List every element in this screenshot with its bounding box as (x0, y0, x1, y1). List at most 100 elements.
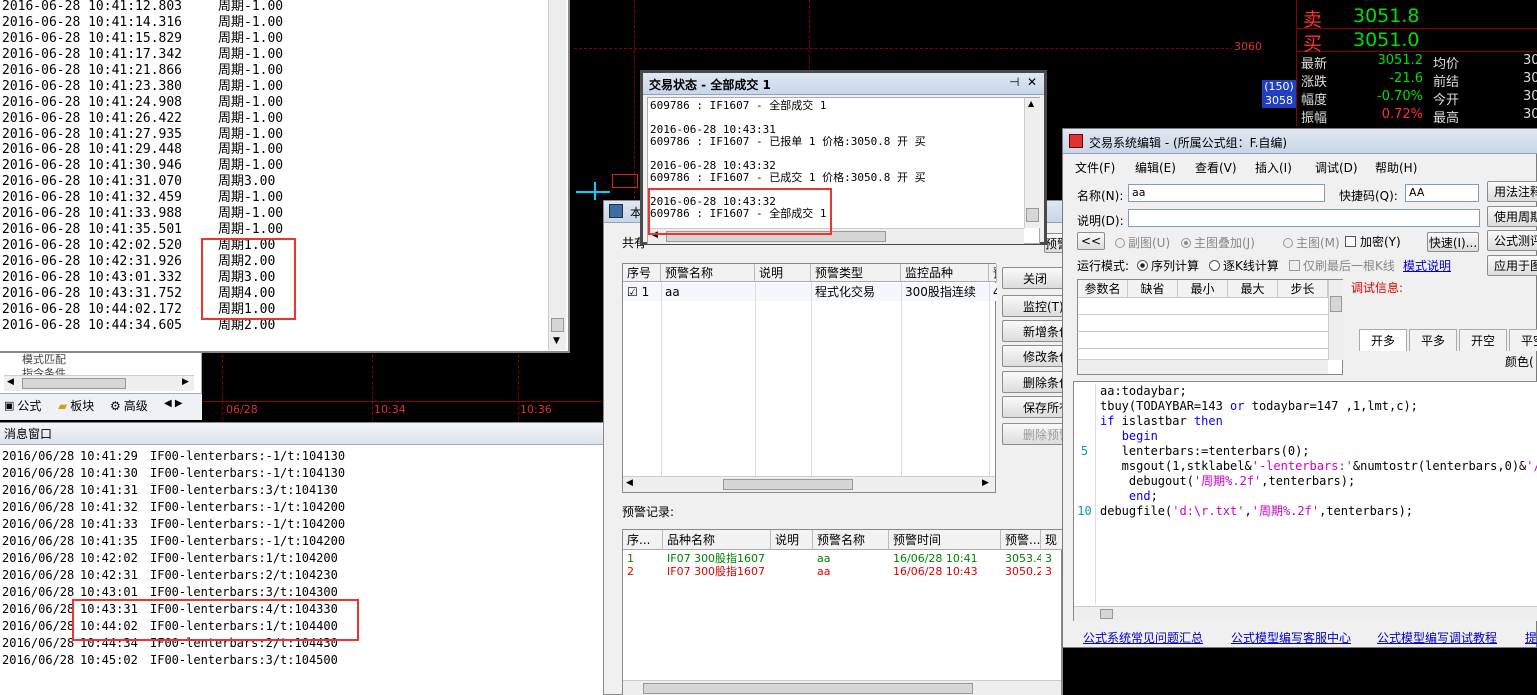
collapse-button[interactable]: << (1077, 232, 1105, 250)
run-mode-bar[interactable]: 逐K线计算 (1209, 257, 1279, 274)
record-row[interactable]: 2 IF07 300股指1607 aa 16/06/28 10:43 3050.2 3 (623, 565, 1063, 578)
trade-status-hscroll[interactable]: ◀ (648, 228, 1024, 244)
close-icon[interactable]: ✕ (1027, 75, 1037, 89)
log-timestamp: 2016-06-28 10:41:17.342 (2, 46, 183, 62)
alert-partial-button[interactable]: 预警 (1044, 233, 1064, 253)
alert-column-header[interactable]: 预 (989, 264, 997, 282)
tab-block[interactable]: ▰ 板块 (58, 397, 94, 414)
editor-side-button[interactable]: 应用于图 (1487, 255, 1537, 276)
records-hscroll[interactable] (623, 680, 1061, 695)
message-text: IF00-lenterbars:-1/t:104130 (150, 466, 346, 480)
param-hscroll[interactable] (1078, 359, 1328, 374)
quote-value: 3051.2 (1377, 53, 1424, 68)
alert-action-button[interactable]: 保存所有配 (1002, 396, 1064, 418)
help-link[interactable]: 公式模型编写客服中心 (1231, 629, 1351, 646)
line-number: 10 (1077, 504, 1092, 518)
only-last-checkbox[interactable]: 仅刷最后一根K线 (1289, 257, 1395, 274)
editor-menu-item[interactable]: 插入(I) (1255, 159, 1292, 176)
editor-menu-item[interactable]: 查看(V) (1195, 159, 1237, 176)
param-table[interactable]: 参数名 缺省 最小 最大 步长 (1077, 279, 1344, 375)
record-column-header[interactable]: 预警时间 (889, 530, 1001, 550)
debug-log-scrollbar[interactable]: ▼ (548, 0, 566, 350)
signal-tab[interactable]: 平空 (1509, 329, 1537, 351)
trade-status-vscroll[interactable]: ▲ (1024, 98, 1040, 228)
help-link[interactable]: 提 (1525, 629, 1537, 646)
debug-log-window[interactable]: 2016-06-28 10:41:12.803 周期-1.00 2016-06-28… (0, 0, 570, 353)
record-column-header[interactable]: 说明 (771, 530, 813, 550)
record-column-header[interactable]: 现 (1041, 530, 1063, 550)
fast-button[interactable]: 快速(I)... (1427, 232, 1479, 252)
record-column-header[interactable]: 序... (623, 530, 663, 550)
code-line[interactable]: tbuy(TODAYBAR=143 or todaybar=147 ,1,lmt… (1100, 399, 1537, 414)
alert-table[interactable]: 序号预警名称说明预警类型监控品种预 ☑ 1 aa 程式化交易 300股指连续 4 ◀ ▶ (622, 263, 997, 493)
code-editor[interactable]: 5 10 aa:todaybar; tbuy(TODAYBAR=143 or to… (1073, 381, 1537, 621)
record-column-header[interactable]: 预警名称 (813, 530, 889, 550)
code-line[interactable]: begin (1100, 429, 1537, 444)
alert-action-button[interactable]: 修改条件 (1002, 345, 1064, 367)
record-cell: 3 (1045, 565, 1052, 578)
encrypt-label: 加密(Y) (1360, 235, 1401, 249)
record-column-header[interactable]: 品种名称 (663, 530, 771, 550)
chart-placement-radio[interactable]: 副图(U) (1115, 234, 1170, 251)
alert-column-header[interactable]: 预警类型 (811, 264, 901, 282)
alert-action-button[interactable]: 新增条件 (1002, 320, 1064, 342)
trade-status-window[interactable]: 交易状态 - 全部成交 1 ⊣ ✕ 609786 : IF1607 - 全部成交… (640, 70, 1047, 245)
chart-placement-radio[interactable]: 主图(M) (1283, 234, 1340, 251)
alert-table-row[interactable]: ☑ 1 aa 程式化交易 300股指连续 4 (623, 283, 997, 301)
run-mode-sequence[interactable]: 序列计算 (1137, 257, 1199, 274)
editor-menu-item[interactable]: 调试(D) (1315, 159, 1358, 176)
formula-tree-panel[interactable]: 模式匹配 指令条件 ◀ ▶ ▣ 公式 ▰ 板块 ⚙ 高级 ◀ ▶ (0, 353, 202, 420)
code-line[interactable]: debugout('周期%.2f',tenterbars); (1100, 474, 1537, 489)
mode-help-link[interactable]: 模式说明 (1403, 257, 1451, 274)
tab-scroll-arrows[interactable]: ◀ ▶ (164, 398, 183, 409)
editor-menu-item[interactable]: 文件(F) (1075, 159, 1115, 176)
editor-menu-item[interactable]: 编辑(E) (1135, 159, 1176, 176)
debug-log-line: 2016-06-28 10:41:33.988 周期-1.00 (2, 206, 542, 222)
help-link[interactable]: 公式模型编写调试教程 (1377, 629, 1497, 646)
tab-advanced[interactable]: ⚙ 高级 (110, 397, 148, 414)
pin-icon[interactable]: ⊣ (1009, 75, 1019, 89)
record-column-header[interactable]: 预警... (1001, 530, 1041, 550)
code-line[interactable]: end; (1100, 489, 1537, 504)
code-line[interactable]: debugfile('d:\r.txt','周期%.2f',tenterbars… (1100, 504, 1537, 519)
shortcut-input[interactable]: AA (1405, 184, 1479, 202)
code-line[interactable]: if islastbar then (1100, 414, 1537, 429)
trade-status-log[interactable]: 609786 : IF1607 - 全部成交 1 2016-06-28 10:43… (647, 97, 1040, 244)
alert-action-button[interactable]: 删除条件 (1002, 371, 1064, 393)
editor-side-button[interactable]: 公式测评 (1487, 230, 1537, 251)
code-line[interactable]: lenterbars:=tenterbars(0); (1100, 444, 1537, 459)
editor-side-button[interactable]: 使用周期 (1487, 206, 1537, 227)
tab-formula[interactable]: ▣ 公式 (4, 397, 41, 414)
alert-column-header[interactable]: 预警名称 (661, 264, 755, 282)
signal-tab[interactable]: 平多 (1409, 329, 1457, 351)
help-link[interactable]: 公式系统常见问题汇总 (1083, 629, 1203, 646)
alert-column-header[interactable]: 监控品种 (901, 264, 989, 282)
code-hscroll[interactable] (1074, 606, 1537, 621)
code-line[interactable]: msgout(1,stklabel&'-lenterbars:'&numtost… (1100, 459, 1537, 474)
alert-action-button[interactable]: 监控(T) (1002, 295, 1064, 317)
formula-editor-window[interactable]: 交易系统编辑 - (所属公式组：F.自编) 文件(F) 编辑(E) 查看(V) 插入(… (1062, 128, 1537, 648)
log-message: 周期-1.00 (218, 94, 284, 110)
alert-table-hscroll[interactable]: ◀ ▶ (623, 476, 995, 492)
chart-placement-radio[interactable]: 主图叠加(J) (1181, 234, 1255, 251)
tree-hscroll[interactable]: ◀ ▶ (4, 375, 194, 391)
editor-side-button[interactable]: 用法注释 (1487, 181, 1537, 202)
message-line: 2016/06/28 10:41:33 IF00-lenterbars:-1/t:1… (2, 516, 602, 533)
alert-action-button[interactable]: 关闭 (1002, 267, 1064, 289)
record-cell: aa (817, 552, 831, 565)
param-vscroll[interactable] (1328, 280, 1343, 360)
alert-window[interactable]: 本 共有 序号预警名称说明预警类型监控品种预 ☑ 1aa程式化交易300股指连续… (603, 200, 1064, 695)
records-table[interactable]: 序... 品种名称 说明 预警名称 预警时间 预警... 现 1 IF07 300股指1607… (622, 529, 1063, 695)
desc-input[interactable] (1128, 209, 1480, 227)
record-row[interactable]: 1 IF07 300股指1607 aa 16/06/28 10:41 3053.4 3 (623, 552, 1063, 565)
code-line[interactable]: aa:todaybar; (1100, 384, 1537, 399)
encrypt-checkbox[interactable]: 加密(Y) (1345, 233, 1401, 250)
editor-menu-item[interactable]: 帮助(H) (1375, 159, 1417, 176)
message-window[interactable]: 消息窗口 2016/06/28 10:41:29 IF00-lenterbars:-… (0, 422, 604, 695)
alert-column-header[interactable]: 序号 (623, 264, 661, 282)
code-content[interactable]: aa:todaybar; tbuy(TODAYBAR=143 or todayb… (1100, 384, 1537, 519)
signal-tab[interactable]: 开多 (1359, 329, 1407, 351)
signal-tab[interactable]: 开空 (1459, 329, 1507, 351)
alert-column-header[interactable]: 说明 (755, 264, 811, 282)
name-input[interactable]: aa (1128, 184, 1325, 202)
